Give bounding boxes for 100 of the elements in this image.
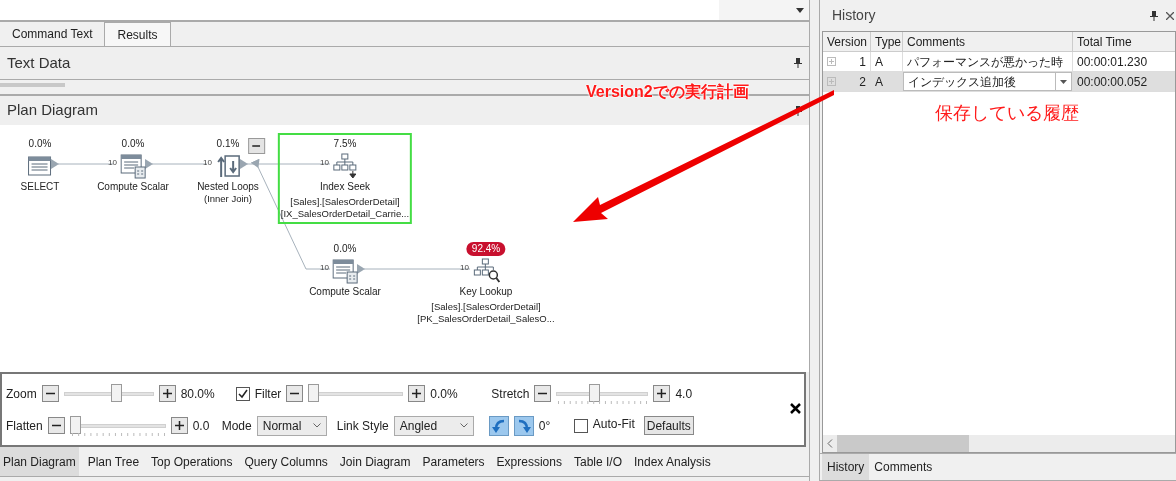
decrease-button[interactable] (47, 417, 65, 434)
annotation-text: Version2での実行計画 (586, 82, 749, 102)
filter-value: 0.0% (430, 385, 459, 403)
plus-icon (174, 421, 184, 430)
plus-icon (412, 389, 422, 398)
table-cell-text: 00:00:01.230 (1077, 53, 1148, 71)
operator-detail: [Sales].[SalesOrderDetail] (431, 301, 541, 313)
view-tab[interactable]: Expressions (493, 447, 565, 476)
slider-track[interactable] (556, 382, 649, 405)
operator-label: Nested Loops (197, 181, 259, 193)
operator-label: Compute Scalar (309, 286, 381, 298)
increase-button[interactable] (170, 417, 188, 434)
table-cell-text: 00:00:00.052 (1077, 73, 1148, 91)
slider-thumb[interactable] (588, 383, 600, 402)
cost-percent: 92.4% (466, 242, 506, 256)
view-tab[interactable]: Plan Tree (84, 447, 143, 476)
view-tab[interactable]: Query Columns (241, 447, 331, 476)
slider-thumb[interactable] (69, 415, 81, 434)
panel-title: Plan Diagram (7, 100, 98, 121)
slider-thumb[interactable] (111, 383, 123, 402)
plan-node[interactable]: 7.5% 10 Index Seek [Sales].[SalesOrderDetail] [IX_SalesOrderDetail_Carrie... (277, 133, 413, 224)
view-tab[interactable]: Index Analysis (631, 447, 714, 476)
stretch-label: Stretch (491, 385, 530, 403)
scrollbar-thumb[interactable] (0, 83, 65, 87)
column-header[interactable]: Type (871, 32, 903, 51)
table-cell-text: パフォーマンスが悪かった時 (906, 53, 1064, 71)
checkmark-icon (237, 388, 248, 399)
view-tab[interactable]: Table I/O (570, 447, 625, 476)
plus-icon (657, 389, 667, 398)
view-tab[interactable]: Join Diagram (336, 447, 414, 476)
operator-detail: [IX_SalesOrderDetail_Carrie... (280, 208, 410, 220)
plan-node[interactable]: 0.0% 10 Compute Scalar (94, 133, 172, 197)
dropdown[interactable]: Angled (393, 415, 474, 436)
plan-node[interactable]: 0.1% 10 Nested Loops (Inner Join) (194, 133, 262, 209)
document-tab[interactable]: Command Text (0, 22, 105, 46)
column-header[interactable]: Comments (903, 32, 1073, 51)
row-count-label: 10 (320, 158, 329, 167)
calculator-table-icon (332, 258, 358, 284)
operator-label: Index Seek (319, 181, 370, 193)
comment-editor[interactable]: インデックス追加後 (903, 72, 1072, 91)
zoom-value: 80.0% (180, 385, 216, 403)
operator-detail: [PK_SalesOrderDetail_SalesO... (417, 313, 555, 325)
view-tab[interactable]: Plan Diagram (0, 447, 79, 476)
close-icon[interactable] (790, 403, 801, 414)
operator-detail: [Sales].[SalesOrderDetail] (290, 196, 400, 208)
plus-icon (162, 389, 172, 398)
collapse-button[interactable] (248, 138, 265, 154)
row-count-label: 10 (460, 263, 469, 272)
flatten-value: 0.0 (192, 417, 211, 435)
history-row[interactable]: 2 A インデックス追加後 00:00:00.052 (823, 72, 1175, 92)
view-tab[interactable]: Top Operations (148, 447, 236, 476)
annotation-text: 保存している履歴 (935, 102, 1079, 125)
calculator-table-icon (120, 153, 146, 179)
close-icon[interactable] (1166, 11, 1174, 20)
plan-node[interactable]: 0.0% SELECT (17, 133, 63, 197)
stretch-value: 4.0 (675, 385, 693, 403)
increase-button[interactable] (408, 385, 426, 402)
column-header[interactable]: Total Time (1073, 32, 1175, 51)
dropdown[interactable]: Normal (256, 415, 327, 436)
plan-node[interactable]: 92.4% 10 Key Lookup [Sales].[SalesOrderDetail] [PK_SalesOrderDetail_SalesO... (414, 238, 558, 329)
scrollbar-thumb[interactable] (837, 435, 969, 452)
caret-down-icon[interactable] (796, 7, 804, 13)
cost-percent: 0.1% (216, 137, 240, 151)
flatten-label: Flatten (6, 417, 43, 435)
history-tab[interactable]: Comments (869, 454, 938, 480)
slider-track[interactable] (69, 414, 166, 437)
curved-arrow-icon (516, 418, 531, 433)
caret-down-icon[interactable] (1060, 79, 1067, 84)
table-cell-text: A (875, 53, 883, 71)
rotation-value: 0° (538, 417, 552, 435)
decrease-button[interactable] (286, 385, 304, 402)
history-row[interactable]: 1 A パフォーマンスが悪かった時 00:00:01.230 (823, 52, 1175, 72)
chevron-down-icon (312, 423, 321, 428)
checkbox[interactable] (573, 418, 588, 433)
loop-arrows-icon (215, 153, 241, 179)
decrease-button[interactable] (534, 385, 552, 402)
rotate-left-button[interactable] (488, 415, 509, 436)
slider-thumb[interactable] (308, 383, 320, 402)
pin-icon (1150, 10, 1158, 21)
defaults-button[interactable]: Defaults (643, 416, 694, 435)
operator-detail: (Inner Join) (203, 193, 253, 205)
slider-track[interactable] (63, 382, 154, 405)
cost-percent: 0.0% (121, 137, 145, 151)
decrease-button[interactable] (41, 385, 59, 402)
column-header[interactable]: Version (823, 32, 871, 51)
pin-icon (794, 58, 802, 68)
increase-button[interactable] (653, 385, 671, 402)
curved-arrow-icon (491, 418, 506, 433)
view-tab[interactable]: Parameters (419, 447, 488, 476)
slider-track[interactable] (308, 382, 404, 405)
hierarchy-magnifier-icon (472, 258, 500, 284)
history-tab[interactable]: History (822, 454, 870, 480)
cost-percent: 0.0% (333, 242, 357, 256)
plan-node[interactable]: 0.0% 10 Compute Scalar (306, 238, 384, 302)
rotate-right-button[interactable] (513, 415, 534, 436)
checkbox[interactable] (235, 386, 250, 401)
increase-button[interactable] (158, 385, 176, 402)
document-tab[interactable]: Results (104, 22, 171, 46)
row-count-label: 10 (203, 158, 212, 167)
table-cell-text: A (875, 73, 883, 91)
